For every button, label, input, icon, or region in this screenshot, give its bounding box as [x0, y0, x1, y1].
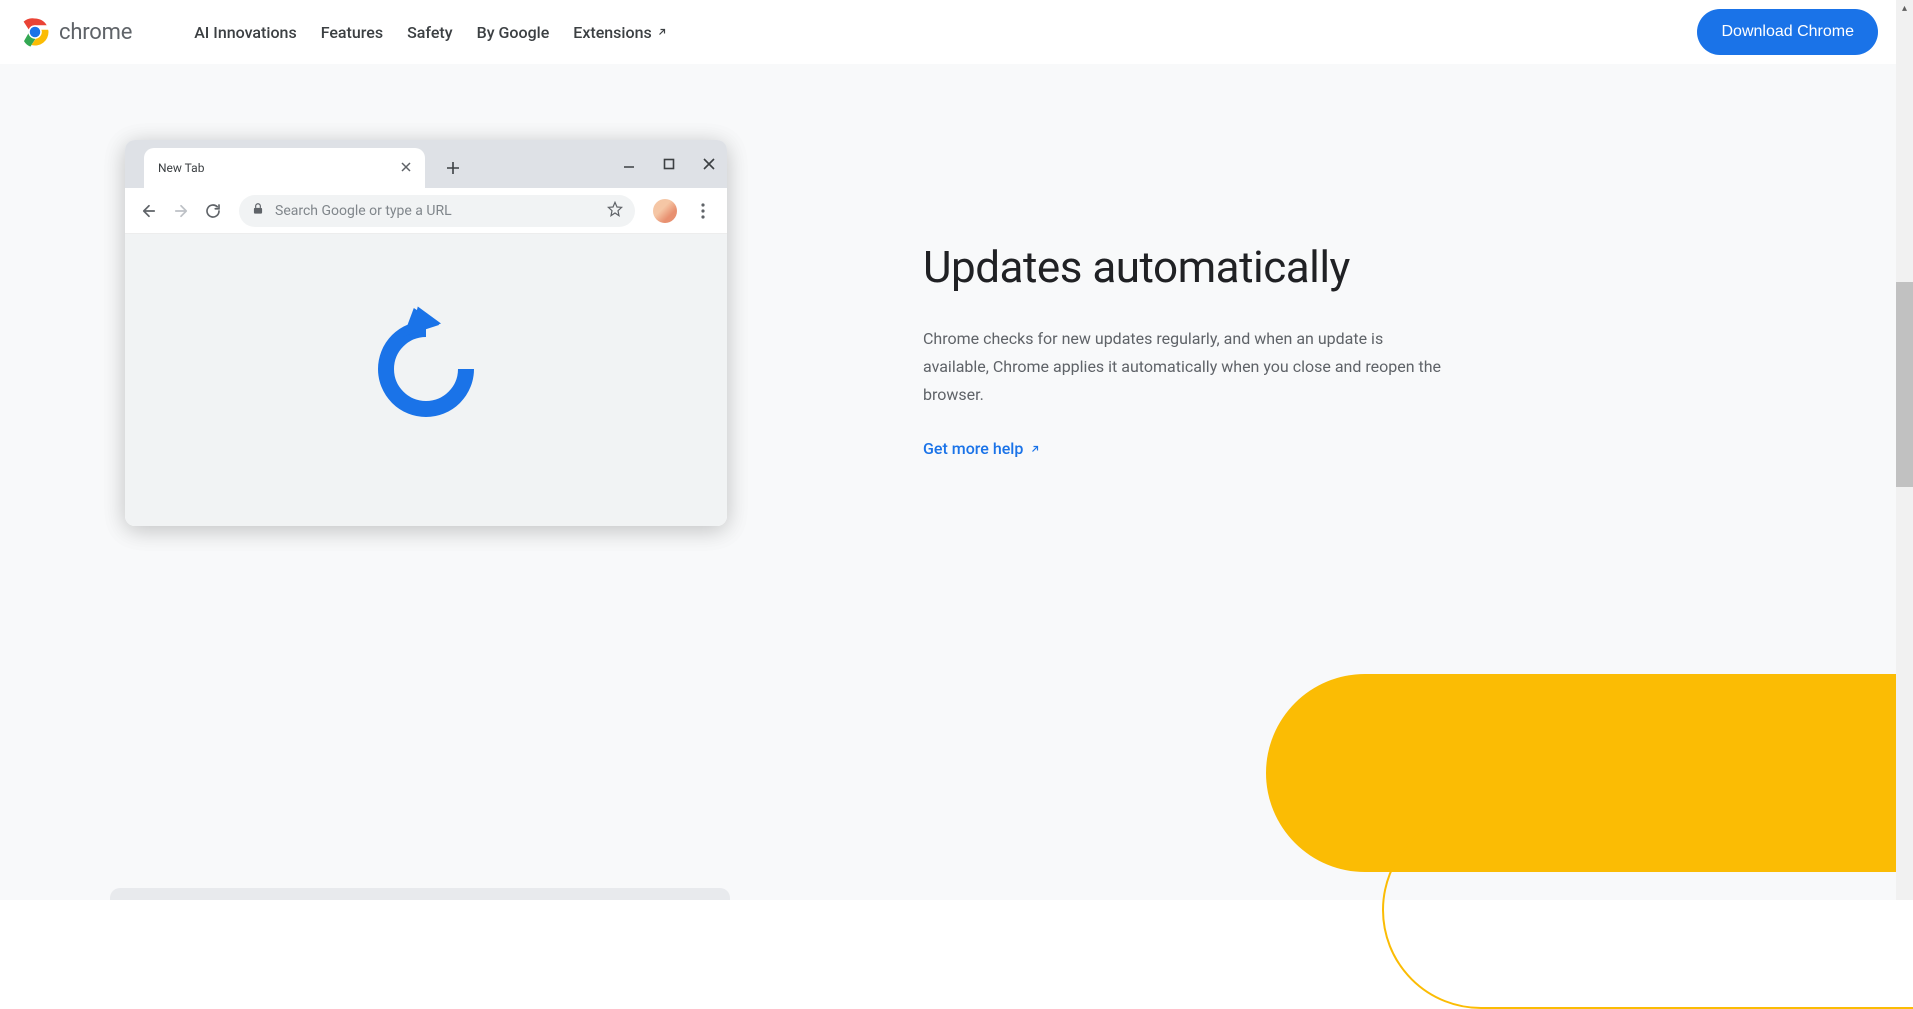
scrollbar-arrow-up-icon[interactable]: ▴: [1896, 0, 1913, 17]
external-arrow-icon: [1029, 443, 1041, 455]
toolbar-row: Search Google or type a URL: [125, 188, 727, 234]
external-link-icon: [656, 26, 668, 38]
section-heading: Updates automatically: [923, 240, 1443, 295]
chrome-logo-text: chrome: [59, 20, 132, 45]
scrollbar-thumb[interactable]: [1896, 282, 1913, 487]
nav-features[interactable]: Features: [321, 23, 383, 42]
address-bar-placeholder: Search Google or type a URL: [275, 203, 597, 219]
main-nav: AI Innovations Features Safety By Google…: [194, 23, 668, 42]
kebab-menu-icon[interactable]: [691, 199, 715, 223]
lock-icon: [251, 201, 265, 220]
browser-viewport: [125, 234, 727, 526]
nav-back-icon[interactable]: [137, 199, 161, 223]
reload-icon[interactable]: [201, 199, 225, 223]
profile-avatar[interactable]: [653, 199, 677, 223]
download-chrome-button[interactable]: Download Chrome: [1697, 9, 1878, 55]
tab-close-icon[interactable]: [401, 160, 411, 176]
nav-extensions-label: Extensions: [573, 23, 651, 42]
nav-by-google[interactable]: By Google: [477, 23, 550, 42]
get-more-help-link[interactable]: Get more help: [923, 439, 1041, 458]
active-tab-title: New Tab: [158, 161, 401, 175]
nav-extensions[interactable]: Extensions: [573, 23, 667, 42]
window-minimize-icon[interactable]: [619, 154, 639, 174]
bookmark-star-icon[interactable]: [607, 201, 623, 221]
window-close-icon[interactable]: [699, 154, 719, 174]
browser-tab-strip: New Tab: [125, 140, 727, 188]
nav-forward-icon: [169, 199, 193, 223]
update-spinner-icon: [377, 305, 475, 417]
get-more-help-label: Get more help: [923, 439, 1023, 458]
nav-ai-innovations[interactable]: AI Innovations: [194, 23, 297, 42]
section-body: Chrome checks for new updates regularly,…: [923, 325, 1443, 409]
address-bar[interactable]: Search Google or type a URL: [239, 195, 635, 227]
chrome-logo[interactable]: chrome: [17, 14, 132, 50]
nav-safety[interactable]: Safety: [407, 23, 453, 42]
window-maximize-icon[interactable]: [659, 154, 679, 174]
next-section-peek: [110, 888, 730, 900]
yellow-decoration: [1266, 674, 1913, 900]
yellow-outline-shape: [1382, 811, 1913, 1009]
section-text: Updates automatically Chrome checks for …: [923, 240, 1443, 458]
add-tab-icon[interactable]: [443, 158, 463, 178]
browser-window: New Tab: [125, 140, 727, 526]
chrome-logo-icon: [17, 14, 53, 50]
page-scrollbar[interactable]: ▴: [1896, 0, 1913, 900]
window-ctrl-group: [619, 140, 719, 188]
active-tab[interactable]: New Tab: [144, 148, 425, 188]
main-content: New Tab: [0, 64, 1896, 900]
header: chrome AI Innovations Features Safety By…: [0, 0, 1896, 64]
